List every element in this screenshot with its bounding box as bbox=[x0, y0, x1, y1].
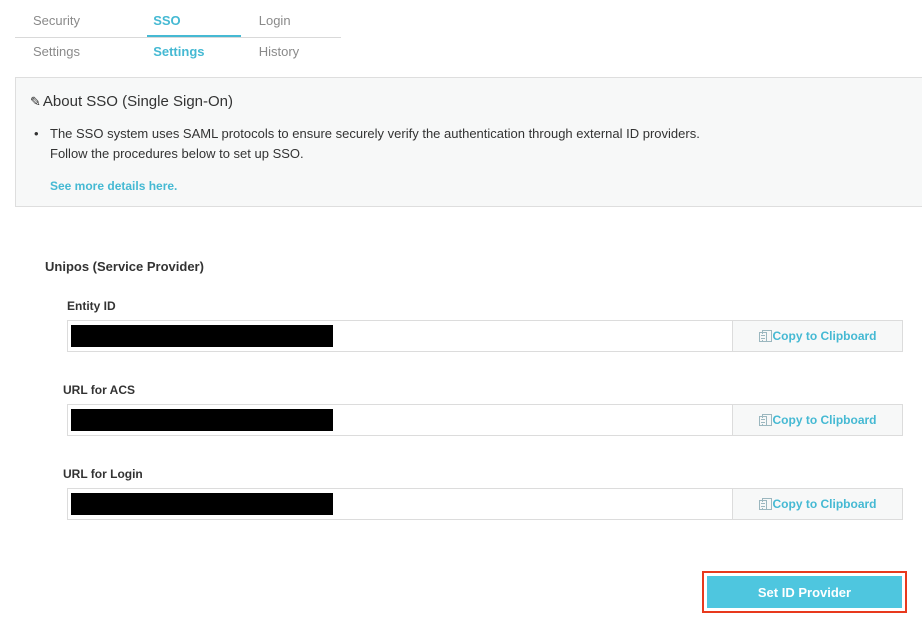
tab-security-settings[interactable]: Security Settings bbox=[15, 5, 147, 59]
set-id-provider-highlight: Set ID Provider bbox=[702, 571, 907, 613]
login-url-field[interactable] bbox=[67, 488, 732, 520]
entity-id-label: Entity ID bbox=[67, 299, 116, 313]
about-line-1: The SSO system uses SAML protocols to en… bbox=[50, 126, 700, 141]
copy-acs-url-button[interactable]: Copy to Clipboard bbox=[732, 404, 903, 436]
clipboard-icon bbox=[758, 497, 772, 511]
tab-sso-settings[interactable]: SSO Settings bbox=[147, 5, 241, 59]
redacted-value bbox=[71, 325, 333, 347]
acs-url-row: Copy to Clipboard bbox=[67, 404, 903, 436]
login-url-label: URL for Login bbox=[63, 467, 143, 481]
entity-id-row: Copy to Clipboard bbox=[67, 320, 903, 352]
clipboard-icon bbox=[758, 329, 772, 343]
about-title: ✎ About SSO (Single Sign-On) bbox=[30, 93, 233, 110]
copy-entity-id-button[interactable]: Copy to Clipboard bbox=[732, 320, 903, 352]
redacted-value bbox=[71, 409, 333, 431]
about-description: • The SSO system uses SAML protocols to … bbox=[34, 124, 700, 164]
pencil-icon: ✎ bbox=[30, 93, 41, 109]
bullet-icon: • bbox=[34, 126, 39, 141]
set-id-provider-button[interactable]: Set ID Provider bbox=[707, 576, 902, 608]
copy-button-label: Copy to Clipboard bbox=[772, 329, 877, 343]
copy-login-url-button[interactable]: Copy to Clipboard bbox=[732, 488, 903, 520]
copy-button-label: Copy to Clipboard bbox=[772, 497, 877, 511]
redacted-value bbox=[71, 493, 333, 515]
acs-url-field[interactable] bbox=[67, 404, 732, 436]
tab-bar: Security Settings SSO Settings Login His… bbox=[15, 5, 341, 59]
about-line-2: Follow the procedures below to set up SS… bbox=[50, 146, 304, 161]
service-provider-title: Unipos (Service Provider) bbox=[45, 259, 204, 274]
login-url-row: Copy to Clipboard bbox=[67, 488, 903, 520]
copy-button-label: Copy to Clipboard bbox=[772, 413, 877, 427]
tab-login-history[interactable]: Login History bbox=[241, 5, 341, 59]
entity-id-field[interactable] bbox=[67, 320, 732, 352]
about-sso-panel: ✎ About SSO (Single Sign-On) • The SSO s… bbox=[15, 77, 922, 207]
see-more-details-link[interactable]: See more details here. bbox=[50, 179, 177, 193]
clipboard-icon bbox=[758, 413, 772, 427]
acs-url-label: URL for ACS bbox=[63, 383, 135, 397]
about-title-text: About SSO (Single Sign-On) bbox=[42, 93, 233, 110]
